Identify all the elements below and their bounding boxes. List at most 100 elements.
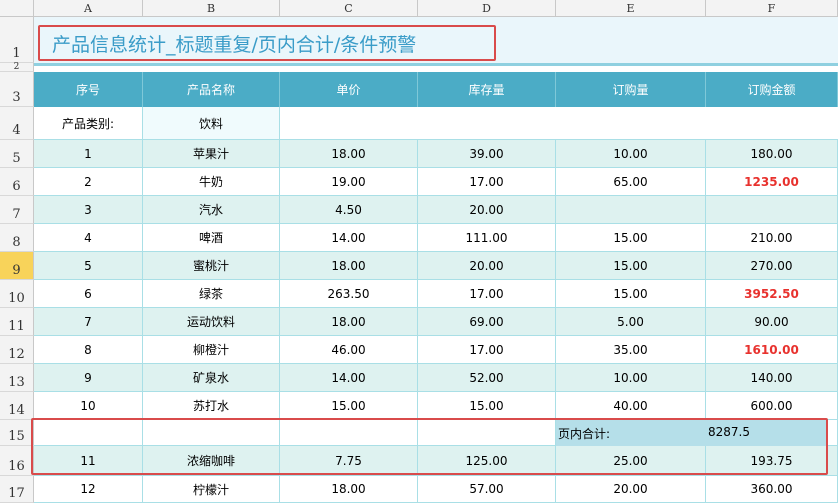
cell-price[interactable]: 263.50	[280, 280, 418, 308]
cell-amount[interactable]: 3952.50	[706, 280, 838, 308]
cell-price[interactable]: 18.00	[280, 308, 418, 336]
category-label[interactable]: 产品类别:	[34, 107, 143, 140]
cell-amount[interactable]	[706, 196, 838, 224]
cell-name[interactable]: 柠檬汁	[143, 476, 280, 503]
cell-name[interactable]: 牛奶	[143, 168, 280, 196]
cell-name[interactable]: 蜜桃汁	[143, 252, 280, 280]
row-header-17[interactable]: 17	[0, 476, 34, 503]
cell-name[interactable]: 矿泉水	[143, 364, 280, 392]
cell-qty[interactable]: 20.00	[556, 476, 706, 503]
row-header-4[interactable]: 4	[0, 107, 34, 140]
row-header-1[interactable]: 1	[0, 17, 34, 63]
cell-no[interactable]: 2	[34, 168, 143, 196]
cell-name[interactable]: 啤酒	[143, 224, 280, 252]
row-header-5[interactable]: 5	[0, 140, 34, 168]
cell-stock[interactable]: 17.00	[418, 336, 556, 364]
cell-price[interactable]: 4.50	[280, 196, 418, 224]
cell-no[interactable]: 6	[34, 280, 143, 308]
cell-amount[interactable]: 1610.00	[706, 336, 838, 364]
cell-stock[interactable]: 39.00	[418, 140, 556, 168]
cell[interactable]	[34, 420, 143, 446]
cell-no[interactable]: 4	[34, 224, 143, 252]
column-header-c[interactable]: C	[280, 0, 418, 17]
row-header-3[interactable]: 3	[0, 72, 34, 107]
select-all-corner[interactable]	[0, 0, 34, 17]
cell-price[interactable]: 18.00	[280, 476, 418, 503]
cell-no[interactable]: 9	[34, 364, 143, 392]
cell-qty[interactable]: 5.00	[556, 308, 706, 336]
column-header-a[interactable]: A	[34, 0, 143, 17]
row-header-13[interactable]: 13	[0, 364, 34, 392]
row-header-6[interactable]: 6	[0, 168, 34, 196]
cell-qty[interactable]: 40.00	[556, 392, 706, 420]
cell-stock[interactable]: 57.00	[418, 476, 556, 503]
cell[interactable]	[143, 420, 280, 446]
cell-price[interactable]: 46.00	[280, 336, 418, 364]
cell-price[interactable]: 7.75	[280, 446, 418, 476]
cell-no[interactable]: 7	[34, 308, 143, 336]
column-header-b[interactable]: B	[143, 0, 280, 17]
column-header-f[interactable]: F	[706, 0, 838, 17]
cell-no[interactable]: 12	[34, 476, 143, 503]
cell-price[interactable]: 19.00	[280, 168, 418, 196]
cell-amount[interactable]: 210.00	[706, 224, 838, 252]
column-header-e[interactable]: E	[556, 0, 706, 17]
cell-stock[interactable]: 52.00	[418, 364, 556, 392]
row-header-2[interactable]: 2	[0, 62, 34, 72]
cell[interactable]	[280, 420, 418, 446]
cell-qty[interactable]: 15.00	[556, 280, 706, 308]
cell-stock[interactable]: 125.00	[418, 446, 556, 476]
category-value[interactable]: 饮料	[143, 107, 280, 140]
cell-amount[interactable]: 193.75	[706, 446, 838, 476]
cell-price[interactable]: 14.00	[280, 364, 418, 392]
row-header-12[interactable]: 12	[0, 336, 34, 364]
cell-name[interactable]: 苹果汁	[143, 140, 280, 168]
header-cell[interactable]: 单价	[280, 72, 418, 107]
cell-no[interactable]: 5	[34, 252, 143, 280]
cell-no[interactable]: 8	[34, 336, 143, 364]
row-header-10[interactable]: 10	[0, 280, 34, 308]
row-header-11[interactable]: 11	[0, 308, 34, 336]
page-total-value[interactable]: 8287.5	[708, 425, 750, 439]
report-title[interactable]: 产品信息统计_标题重复/页内合计/条件预警	[38, 25, 496, 61]
cell-name[interactable]: 绿茶	[143, 280, 280, 308]
cell-stock[interactable]: 111.00	[418, 224, 556, 252]
cell-amount[interactable]: 1235.00	[706, 168, 838, 196]
cell-qty[interactable]	[556, 196, 706, 224]
row-header-7[interactable]: 7	[0, 196, 34, 224]
cell-no[interactable]: 1	[34, 140, 143, 168]
cell-name[interactable]: 汽水	[143, 196, 280, 224]
row-header-8[interactable]: 8	[0, 224, 34, 252]
header-cell[interactable]: 产品名称	[143, 72, 280, 107]
cell-price[interactable]: 14.00	[280, 224, 418, 252]
cell-price[interactable]: 15.00	[280, 392, 418, 420]
header-cell[interactable]: 订购金额	[706, 72, 838, 107]
header-cell[interactable]: 序号	[34, 72, 143, 107]
cell-price[interactable]: 18.00	[280, 252, 418, 280]
cell-amount[interactable]: 270.00	[706, 252, 838, 280]
cell-stock[interactable]: 20.00	[418, 252, 556, 280]
cell-name[interactable]: 运动饮料	[143, 308, 280, 336]
cell-stock[interactable]: 17.00	[418, 168, 556, 196]
cell-amount[interactable]: 360.00	[706, 476, 838, 503]
cell-amount[interactable]: 600.00	[706, 392, 838, 420]
cell-qty[interactable]: 15.00	[556, 224, 706, 252]
cell-amount[interactable]: 180.00	[706, 140, 838, 168]
header-cell[interactable]: 库存量	[418, 72, 556, 107]
cell-stock[interactable]: 15.00	[418, 392, 556, 420]
column-header-d[interactable]: D	[418, 0, 556, 17]
cell-qty[interactable]: 35.00	[556, 336, 706, 364]
row-header-14[interactable]: 14	[0, 392, 34, 420]
cell-amount[interactable]: 140.00	[706, 364, 838, 392]
header-cell[interactable]: 订购量	[556, 72, 706, 107]
cell-qty[interactable]: 25.00	[556, 446, 706, 476]
cell-stock[interactable]: 69.00	[418, 308, 556, 336]
row-header-9[interactable]: 9	[0, 252, 34, 280]
cell-price[interactable]: 18.00	[280, 140, 418, 168]
cell-qty[interactable]: 10.00	[556, 140, 706, 168]
cell-name[interactable]: 苏打水	[143, 392, 280, 420]
cell-no[interactable]: 10	[34, 392, 143, 420]
cell-name[interactable]: 柳橙汁	[143, 336, 280, 364]
cell-amount[interactable]: 90.00	[706, 308, 838, 336]
cell[interactable]	[418, 420, 556, 446]
